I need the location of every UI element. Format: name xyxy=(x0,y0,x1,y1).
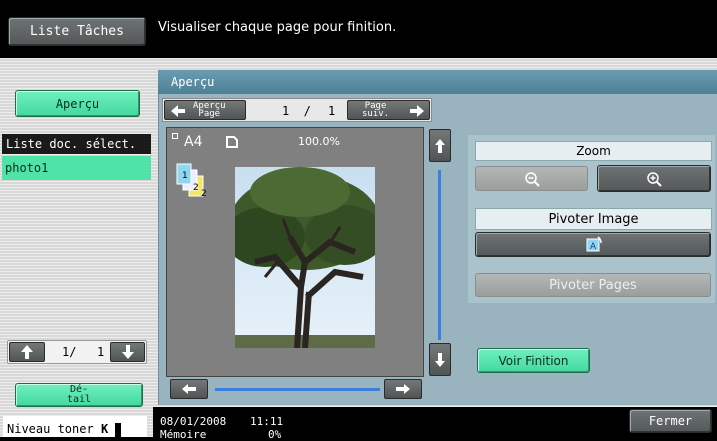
view-finish-label: Voir Finition xyxy=(498,353,569,368)
svg-text:1: 1 xyxy=(182,171,188,181)
detail-button[interactable]: Dé- tail xyxy=(15,383,143,407)
prev-page-button[interactable]: Aperçu Page xyxy=(164,100,246,120)
preview-button[interactable]: Aperçu xyxy=(15,90,140,117)
status-time: 11:11 xyxy=(250,415,284,428)
page-indicator: 1 / xyxy=(282,104,311,118)
close-button[interactable]: Fermer xyxy=(629,409,712,433)
scroll-down-button[interactable] xyxy=(429,343,451,376)
zoom-percent: 100.0% xyxy=(298,135,340,148)
sidebar-page-total: 1 xyxy=(97,345,105,359)
status-date: 08/01/2008 xyxy=(160,415,227,428)
svg-text:A: A xyxy=(590,242,597,252)
zoom-in-button[interactable] xyxy=(597,165,711,192)
toner-level-box: Niveau toner K xyxy=(3,416,147,437)
task-list-label: Liste Tâches xyxy=(30,24,124,39)
scroll-up-button[interactable] xyxy=(429,129,451,162)
doc-list-item-label: photo1 xyxy=(5,161,49,175)
arrow-up-icon xyxy=(21,345,33,359)
instruction-message: Visualiser chaque page pour finition. xyxy=(158,20,397,35)
preview-button-label: Aperçu xyxy=(55,96,100,111)
paper-info-icon xyxy=(172,133,178,139)
toner-k-icon: K xyxy=(100,422,109,436)
arrow-up-icon xyxy=(435,138,445,153)
tree-photo-image xyxy=(235,167,375,348)
close-button-label: Fermer xyxy=(648,414,693,428)
page-preview-photo xyxy=(235,167,375,348)
sidebar-page-current: 1/ xyxy=(62,345,77,359)
next-page-label: Page suiv. xyxy=(362,101,390,119)
arrow-down-icon xyxy=(121,345,134,359)
sidebar-page-down-button[interactable] xyxy=(110,342,145,362)
arrow-right-icon xyxy=(396,384,410,394)
sidebar-page-up-button[interactable] xyxy=(9,342,45,362)
page-input[interactable]: 1 xyxy=(328,104,335,118)
collate-pages-icon: 1 2 2 xyxy=(176,163,207,199)
arrow-left-icon xyxy=(182,384,196,394)
svg-text:2: 2 xyxy=(201,189,207,199)
svg-text:2: 2 xyxy=(193,183,199,193)
rotate-pages-label: Pivoter Pages xyxy=(549,277,637,293)
zoom-in-icon xyxy=(647,171,662,187)
rotate-image-button[interactable]: A xyxy=(475,232,711,257)
doc-list-item[interactable]: photo1 xyxy=(2,156,151,180)
zoom-label-box: Zoom xyxy=(475,141,712,161)
doc-list-header: Liste doc. sélect. xyxy=(2,134,151,154)
panel-title: Aperçu xyxy=(171,75,215,89)
paper-size-label: A4 xyxy=(184,134,203,150)
prev-page-label: Aperçu Page xyxy=(193,101,226,119)
arrow-down-icon xyxy=(435,352,445,367)
arrow-right-icon xyxy=(410,105,424,117)
scroll-left-button[interactable] xyxy=(170,379,208,399)
task-list-button[interactable]: Liste Tâches xyxy=(8,17,146,46)
vertical-scroll-track[interactable] xyxy=(438,170,441,340)
rotate-image-icon: A xyxy=(586,235,602,252)
portrait-orientation-icon xyxy=(226,136,238,148)
toner-level-bar xyxy=(115,422,122,437)
panel-title-bar: Aperçu xyxy=(158,70,717,94)
memory-label: Mémoire xyxy=(160,428,207,441)
horizontal-scroll-track[interactable] xyxy=(215,388,380,391)
detail-button-label: Dé- tail xyxy=(66,384,92,405)
zoom-out-button[interactable] xyxy=(475,166,588,191)
rotate-image-label-box: Pivoter Image xyxy=(475,208,712,230)
arrow-left-icon xyxy=(171,105,185,117)
view-finish-button[interactable]: Voir Finition xyxy=(477,348,590,373)
zoom-out-icon xyxy=(524,171,540,187)
toner-level-label: Niveau toner xyxy=(7,422,94,436)
next-page-button[interactable]: Page suiv. xyxy=(347,100,430,120)
rotate-image-label: Pivoter Image xyxy=(548,211,639,227)
memory-value: 0% xyxy=(268,428,282,441)
zoom-label: Zoom xyxy=(576,144,611,158)
scroll-right-button[interactable] xyxy=(384,379,422,399)
rotate-pages-button[interactable]: Pivoter Pages xyxy=(475,273,711,297)
